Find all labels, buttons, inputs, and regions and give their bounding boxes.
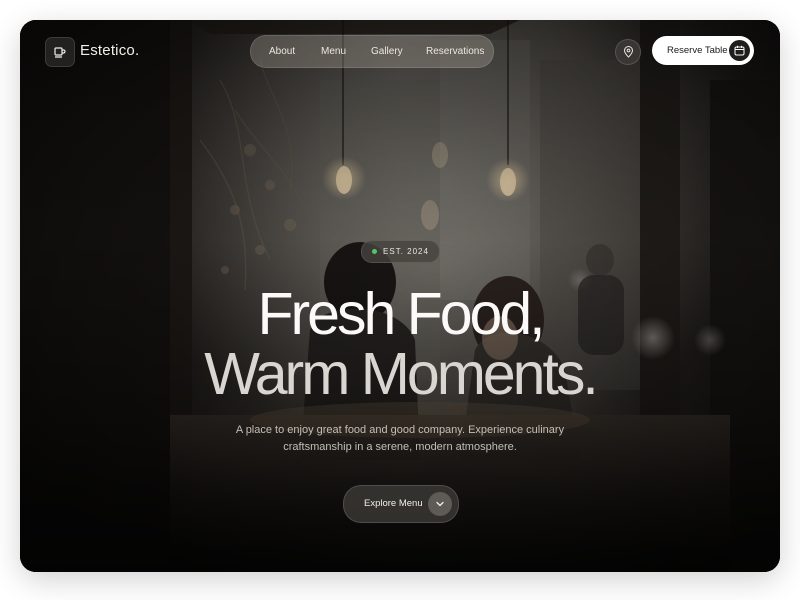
reserve-table-button[interactable]: Reserve Table <box>652 36 754 65</box>
explore-menu-button[interactable]: Explore Menu <box>343 485 459 523</box>
brand-name[interactable]: Estetico. <box>80 42 139 59</box>
nav-item-reservations[interactable]: Reservations <box>426 36 484 67</box>
hero-frame: Estetico. About Menu Gallery Reservation… <box>20 20 780 572</box>
badge-text: EST. 2024 <box>383 247 429 256</box>
hero-subtitle-line-2: craftsmanship in a serene, modern atmosp… <box>283 441 517 453</box>
main-nav: About Menu Gallery Reservations <box>250 35 494 68</box>
explore-menu-label: Explore Menu <box>364 498 423 509</box>
explore-icon-circle <box>428 492 452 516</box>
hero-subtitle-line-1: A place to enjoy great food and good com… <box>235 424 565 436</box>
reserve-table-label: Reserve Table <box>667 45 728 56</box>
location-pin-icon <box>623 46 633 58</box>
location-button[interactable] <box>615 39 641 65</box>
reserve-icon-circle <box>729 40 750 61</box>
chevron-down-icon <box>436 501 444 507</box>
calendar-icon <box>734 45 745 56</box>
established-badge: EST. 2024 <box>361 240 440 263</box>
nav-item-menu[interactable]: Menu <box>321 36 346 67</box>
coffee-cup-icon <box>54 47 66 58</box>
nav-item-gallery[interactable]: Gallery <box>371 36 403 67</box>
hero-title-line-2: Warm Moments. <box>204 341 599 407</box>
logo-icon-box[interactable] <box>45 37 75 67</box>
hero-title-line-1: Fresh Food, <box>257 281 545 347</box>
status-dot <box>372 249 378 254</box>
nav-item-about[interactable]: About <box>269 36 295 67</box>
